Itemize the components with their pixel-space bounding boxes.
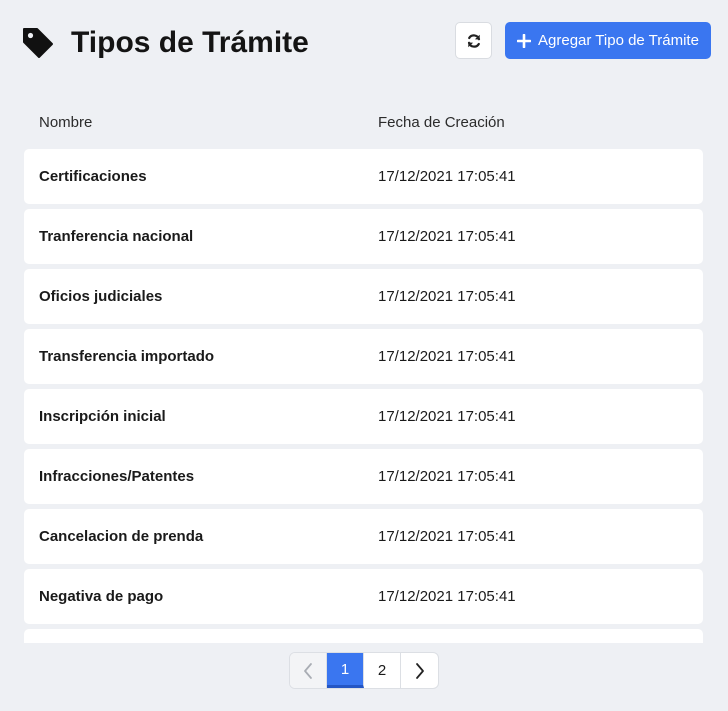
- row-date: 17/12/2021 17:05:41: [378, 228, 516, 245]
- table-header: Nombre Fecha de Creación: [24, 108, 703, 138]
- refresh-icon: [467, 33, 480, 48]
- row-date: 17/12/2021 17:05:41: [378, 528, 516, 545]
- pagination-prev-button[interactable]: [290, 653, 327, 688]
- add-button-label: Agregar Tipo de Trámite: [538, 32, 699, 49]
- table-row[interactable]: [24, 629, 703, 643]
- table-row[interactable]: Inscripción inicial 17/12/2021 17:05:41: [24, 389, 703, 444]
- chevron-left-icon: [304, 662, 312, 679]
- table-row[interactable]: Infracciones/Patentes 17/12/2021 17:05:4…: [24, 449, 703, 504]
- chevron-right-icon: [415, 662, 424, 679]
- table-row[interactable]: Transferencia importado 17/12/2021 17:05…: [24, 329, 703, 384]
- table-row[interactable]: Certificaciones 17/12/2021 17:05:41: [24, 149, 703, 204]
- pagination-page-2[interactable]: 2: [364, 653, 401, 688]
- table-row[interactable]: Negativa de pago 17/12/2021 17:05:41: [24, 569, 703, 624]
- refresh-button[interactable]: [455, 22, 492, 59]
- row-name: Oficios judiciales: [39, 288, 163, 305]
- column-header-date: Fecha de Creación: [378, 114, 505, 131]
- row-name: Infracciones/Patentes: [39, 468, 195, 485]
- row-date: 17/12/2021 17:05:41: [378, 408, 516, 425]
- table-row[interactable]: Cancelacion de prenda 17/12/2021 17:05:4…: [24, 509, 703, 564]
- table-row[interactable]: Oficios judiciales 17/12/2021 17:05:41: [24, 269, 703, 324]
- row-date: 17/12/2021 17:05:41: [378, 588, 516, 605]
- row-name: Cancelacion de prenda: [39, 528, 204, 545]
- row-name: Inscripción inicial: [39, 408, 166, 425]
- page-title: Tipos de Trámite: [71, 26, 309, 59]
- table-row[interactable]: Tranferencia nacional 17/12/2021 17:05:4…: [24, 209, 703, 264]
- row-date: 17/12/2021 17:05:41: [378, 288, 516, 305]
- row-name: Certificaciones: [39, 168, 147, 185]
- row-name: Tranferencia nacional: [39, 228, 194, 245]
- add-tramite-type-button[interactable]: Agregar Tipo de Trámite: [505, 22, 711, 59]
- plus-icon: [517, 33, 532, 48]
- row-date: 17/12/2021 17:05:41: [378, 348, 516, 365]
- tag-icon: [23, 28, 53, 58]
- page-header: Tipos de Trámite Agregar Tipo de Trámite: [0, 0, 728, 86]
- table-body[interactable]: Certificaciones 17/12/2021 17:05:41 Tran…: [24, 149, 703, 643]
- column-header-name: Nombre: [39, 114, 93, 131]
- pagination: 1 2: [289, 652, 439, 689]
- row-name: Negativa de pago: [39, 588, 164, 605]
- row-name: Transferencia importado: [39, 348, 215, 365]
- row-date: 17/12/2021 17:05:41: [378, 468, 516, 485]
- pagination-next-button[interactable]: [401, 653, 438, 688]
- pagination-page-1[interactable]: 1: [327, 653, 364, 688]
- row-date: 17/12/2021 17:05:41: [378, 168, 516, 185]
